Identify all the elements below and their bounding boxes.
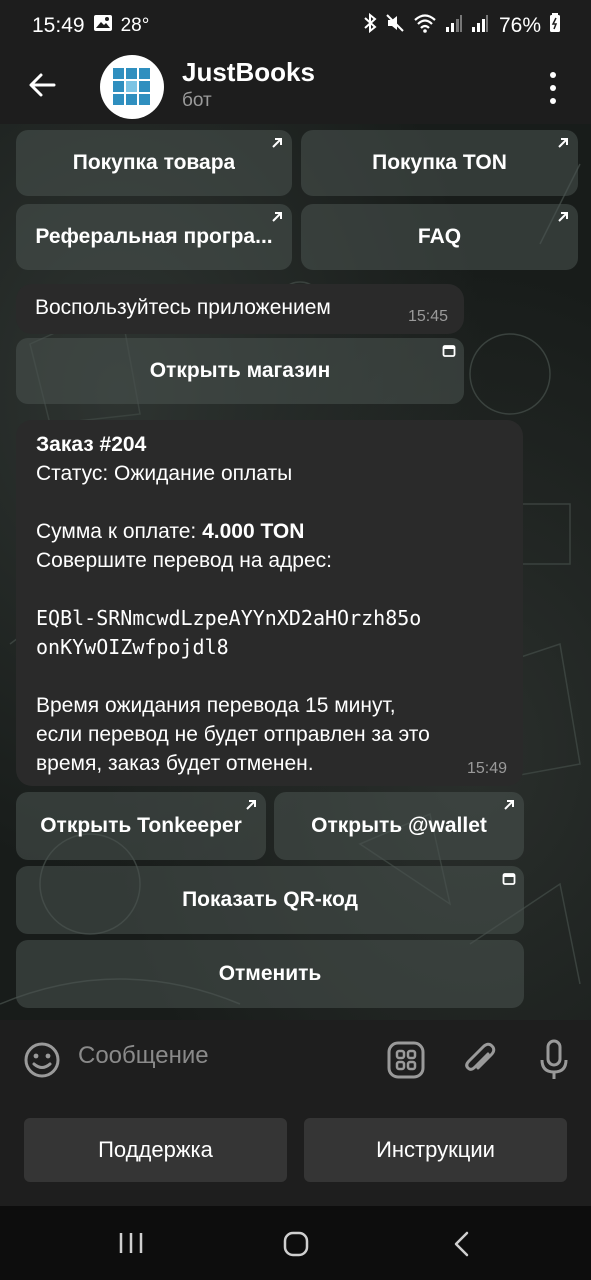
purchase-ton-button[interactable]: Покупка TON [301, 130, 578, 196]
status-bar: 15:49 28° 76% [0, 0, 591, 52]
chat-header: JustBooks бот [0, 52, 591, 124]
instructions-button[interactable]: Инструкции [304, 1118, 567, 1182]
home-icon [283, 1231, 309, 1257]
paperclip-icon [465, 1042, 496, 1071]
arrow-up-right-icon [504, 800, 514, 810]
referral-program-label: Реферальная програ... [35, 225, 273, 248]
chat-subtitle: бот [182, 90, 212, 111]
back-button[interactable] [26, 68, 60, 102]
faq-label: FAQ [417, 225, 462, 248]
purchase-ton-label: Покупка TON [372, 151, 507, 174]
purchase-goods-button[interactable]: Покупка товара [16, 130, 292, 196]
home-button[interactable] [282, 1230, 310, 1258]
chat-area[interactable]: Покупка товара Покупка TON Реферальная п… [0, 124, 591, 1020]
more-dot [550, 98, 556, 104]
support-button[interactable]: Поддержка [24, 1118, 287, 1182]
avatar[interactable] [100, 55, 164, 119]
wallet-address-line1[interactable]: EQBl-SRNmcwdLzpeAYYnXD2aHOrzh85o [36, 604, 430, 633]
smiley-icon [24, 1042, 60, 1078]
reply-keyboard: Поддержка Инструкции [0, 1100, 591, 1206]
window-icon [502, 873, 516, 885]
cancel-order-label: Отменить [218, 962, 322, 985]
message-time: 15:49 [466, 760, 507, 777]
order-message-bubble: Заказ #204 Статус: Ожидание оплаты Сумма… [16, 420, 523, 786]
chevron-left-icon [454, 1231, 469, 1257]
message-input-bar: Сообщение [0, 1020, 591, 1100]
mute-icon [385, 13, 405, 39]
signal-icon [471, 13, 489, 39]
arrow-up-right-icon [558, 212, 568, 222]
order-number: Заказ #204 [36, 433, 147, 456]
attach-button[interactable] [460, 1040, 500, 1080]
open-tonkeeper-button[interactable]: Открыть Tonkeeper [16, 792, 266, 860]
order-message-text: Заказ #204 Статус: Ожидание оплаты Сумма… [36, 430, 430, 778]
order-timeout-text-1: Время ожидания перевода 15 минут, [36, 694, 396, 717]
arrow-left-icon [29, 73, 56, 97]
order-amount-label: Сумма к оплате: [36, 520, 203, 543]
window-icon [442, 345, 456, 357]
open-wallet-button[interactable]: Открыть @wallet [274, 792, 524, 860]
recent-apps-button[interactable] [116, 1230, 146, 1256]
faq-button[interactable]: FAQ [301, 204, 578, 270]
wifi-icon [413, 13, 437, 39]
cancel-order-button[interactable]: Отменить [16, 940, 524, 1008]
open-wallet-label: Открыть @wallet [311, 814, 487, 837]
message-bubble: Воспользуйтесь приложением 15:45 [16, 284, 464, 334]
purchase-goods-label: Покупка товара [72, 151, 236, 174]
voice-message-button[interactable] [534, 1038, 574, 1082]
order-timeout-text-3: время, заказ будет отменен. [36, 752, 314, 775]
message-input[interactable]: Сообщение [78, 1042, 209, 1070]
status-time: 15:49 [32, 14, 85, 37]
emoji-button[interactable] [22, 1040, 62, 1080]
order-amount: Сумма к оплате: 4.000 TON [36, 517, 430, 546]
message-time: 15:45 [407, 308, 448, 325]
bot-menu-button[interactable] [386, 1040, 426, 1080]
recent-apps-icon [119, 1233, 143, 1253]
signal-icon [445, 13, 463, 39]
chat-title[interactable]: JustBooks [182, 57, 315, 88]
status-temperature: 28° [120, 15, 150, 36]
battery-percent: 76% [498, 14, 541, 37]
support-label: Поддержка [98, 1137, 213, 1162]
microphone-icon [540, 1039, 568, 1079]
instructions-label: Инструкции [376, 1137, 495, 1162]
show-qr-label: Показать QR-код [182, 888, 358, 911]
open-shop-label: Открыть магазин [149, 359, 331, 382]
open-tonkeeper-label: Открыть Tonkeeper [40, 814, 242, 837]
referral-program-button[interactable]: Реферальная програ... [16, 204, 292, 270]
order-transfer-instruction: Совершите перевод на адрес: [36, 549, 332, 572]
system-navigation-bar [0, 1206, 591, 1280]
arrow-up-right-icon [272, 138, 282, 148]
show-qr-button[interactable]: Показать QR-код [16, 866, 524, 934]
more-menu-button[interactable] [540, 70, 566, 106]
arrow-up-right-icon [272, 212, 282, 222]
keyboard-grid-icon [387, 1041, 425, 1079]
bluetooth-icon [363, 12, 377, 39]
battery-icon [549, 13, 561, 39]
wallet-address-line2[interactable]: onKYwOIZwfpojdl8 [36, 633, 430, 662]
order-status: Статус: Ожидание оплаты [36, 462, 293, 485]
more-dot [550, 85, 556, 91]
more-dot [550, 72, 556, 78]
order-amount-value: 4.000 TON [202, 520, 305, 543]
arrow-up-right-icon [558, 138, 568, 148]
image-icon [93, 14, 113, 38]
message-text: Воспользуйтесь приложением [35, 296, 331, 319]
arrow-up-right-icon [246, 800, 256, 810]
order-timeout-text-2: если перевод не будет отправлен за это [36, 723, 430, 746]
open-shop-button[interactable]: Открыть магазин [16, 338, 464, 404]
logo-grid-icon [113, 68, 150, 105]
back-nav-button[interactable] [450, 1230, 474, 1258]
